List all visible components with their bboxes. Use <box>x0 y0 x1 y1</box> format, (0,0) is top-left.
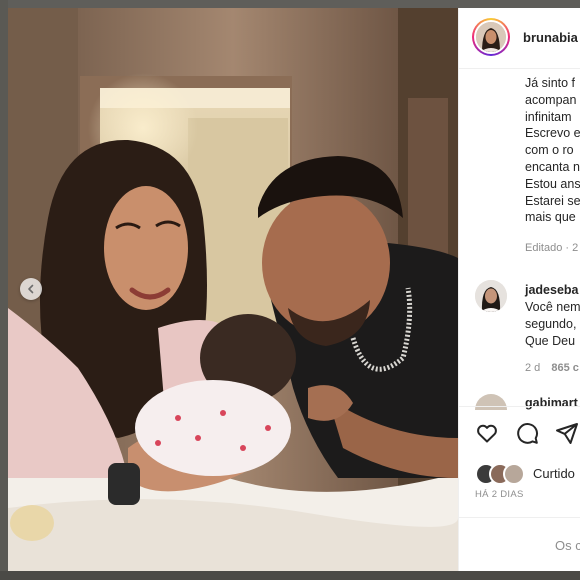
caption-line: mais que <box>525 210 576 225</box>
heart-icon[interactable] <box>475 421 499 445</box>
page-backdrop-bottom <box>0 571 580 580</box>
share-icon[interactable] <box>555 421 579 445</box>
caption-line: infinitam <box>525 109 572 124</box>
post-date: HÁ 2 DIAS <box>475 489 524 500</box>
caption-line: com o ro <box>525 143 574 158</box>
post-side-panel: brunabia Já sinto f acompan infinitam Es… <box>458 8 580 571</box>
comment-line: segundo, <box>525 316 577 331</box>
chevron-left-icon <box>28 284 34 294</box>
caption-line: encanta n <box>525 159 580 174</box>
comment-item: jadeseba Você nem segundo, Que Deu 2 d 8… <box>459 274 580 384</box>
post-modal: brunabia Já sinto f acompan infinitam Es… <box>8 8 580 571</box>
post-username[interactable]: brunabia <box>523 30 578 45</box>
comment-line: Que Deu <box>525 333 576 348</box>
previous-photo-button[interactable] <box>20 278 42 300</box>
post-photo <box>8 8 458 571</box>
add-comment-placeholder[interactable]: Os c <box>555 538 580 553</box>
liker-avatar[interactable] <box>503 463 525 485</box>
comment-time: 2 d <box>525 362 541 374</box>
comment-meta: 2 d 865 c <box>525 362 579 374</box>
caption-line: Estarei se <box>525 193 580 208</box>
comment-avatar[interactable] <box>475 280 507 312</box>
caption-line: Já sinto f <box>525 76 576 90</box>
post-photo-illustration <box>8 8 458 571</box>
avatar[interactable] <box>476 22 506 52</box>
story-ring[interactable] <box>472 18 510 56</box>
comment-text: Você nem segundo, Que Deu <box>525 299 580 349</box>
comment-username[interactable]: jadeseba <box>525 283 579 297</box>
caption-line: Escrevo e <box>525 126 580 141</box>
comment-line: Você nem <box>525 300 580 314</box>
comment-likes[interactable]: 865 c <box>551 362 579 374</box>
likes-text[interactable]: Curtido <box>533 466 575 481</box>
comment-icon[interactable] <box>515 421 539 445</box>
add-comment-bar[interactable]: Os c <box>459 517 580 571</box>
post-actions <box>459 406 580 457</box>
page-backdrop-top <box>0 0 580 8</box>
page-backdrop-left <box>0 0 8 580</box>
caption-line: Estou ans <box>525 176 580 191</box>
likes-summary: Curtido <box>475 463 580 485</box>
caption-meta: Editado · 2 <box>525 242 579 254</box>
post-caption: Já sinto f acompan infinitam Escrevo e c… <box>525 75 580 226</box>
post-header: brunabia <box>459 8 580 69</box>
caption-line: acompan <box>525 92 577 107</box>
